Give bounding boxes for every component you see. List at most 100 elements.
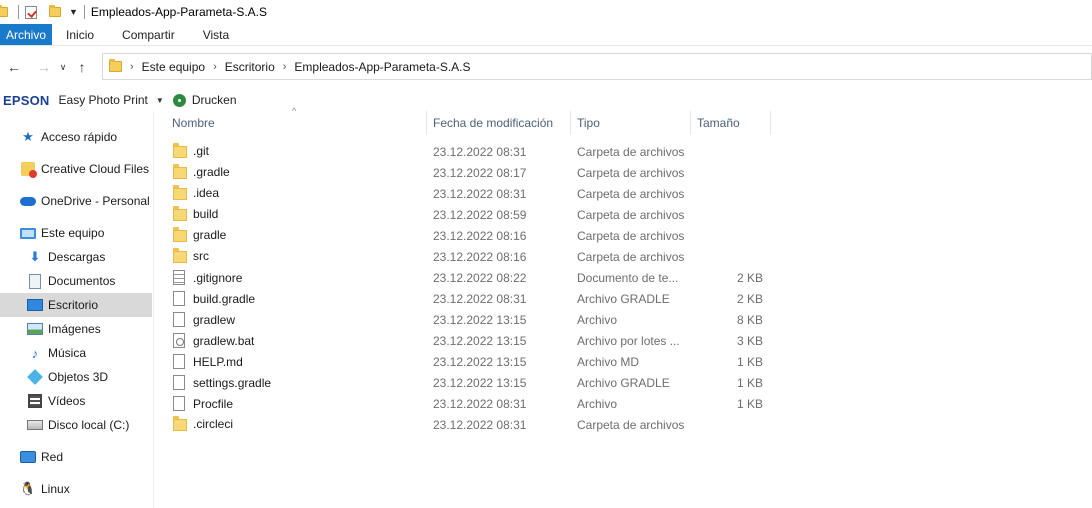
column-header-fecha[interactable]: Fecha de modificación	[433, 111, 553, 135]
file-name-cell[interactable]: .git	[173, 143, 210, 158]
file-name: build	[193, 207, 219, 221]
sidebar-item-imagenes[interactable]: Imágenes	[0, 317, 152, 341]
sidebar-item-videos[interactable]: Vídeos	[0, 389, 152, 413]
table-row[interactable]: Procfile 23.12.2022 08:31 Archivo 1 KB	[155, 393, 1092, 414]
sidebar-item-red[interactable]: Red	[0, 445, 152, 469]
file-size: 2 KB	[736, 271, 763, 285]
file-name-cell[interactable]: .gitignore	[173, 270, 242, 285]
sidebar-item-musica[interactable]: ♪ Música	[0, 341, 152, 365]
breadcrumb-este-equipo[interactable]: Este equipo	[142, 60, 205, 74]
sidebar-item-descargas[interactable]: ⬇ Descargas	[0, 245, 152, 269]
file-size: 1 KB	[736, 376, 763, 390]
table-row[interactable]: build.gradle 23.12.2022 08:31 Archivo GRAD…	[155, 288, 1092, 309]
back-arrow-icon[interactable]: ←	[4, 59, 24, 75]
file-name: .git	[193, 144, 210, 158]
column-header-nombre[interactable]: Nombre	[172, 111, 215, 135]
forward-arrow-icon[interactable]: →	[34, 59, 54, 75]
table-row[interactable]: gradlew 23.12.2022 13:15 Archivo 8 KB	[155, 309, 1092, 330]
table-row[interactable]: src 23.12.2022 08:16 Carpeta de archivos	[155, 246, 1092, 267]
file-date: 23.12.2022 13:15	[433, 355, 527, 369]
file-date: 23.12.2022 13:15	[433, 334, 527, 348]
column-divider[interactable]	[770, 111, 771, 135]
table-row[interactable]: gradlew.bat 23.12.2022 13:15 Archivo por l…	[155, 330, 1092, 351]
file-name-cell[interactable]: Procfile	[173, 396, 233, 411]
file-type: Carpeta de archivos	[577, 250, 685, 264]
file-name-cell[interactable]: src	[173, 248, 209, 263]
breadcrumb-escritorio[interactable]: Escritorio	[225, 60, 275, 74]
file-name-cell[interactable]: gradlew.bat	[173, 333, 254, 348]
file-name-cell[interactable]: gradle	[173, 227, 227, 242]
recent-locations-chevron-icon[interactable]: ∨	[56, 62, 70, 73]
sidebar-item-label: OneDrive - Personal	[41, 194, 150, 208]
chevron-right-icon[interactable]: ›	[283, 61, 287, 73]
file-icon	[173, 375, 185, 390]
file-name: .gradle	[193, 165, 230, 179]
file-name-cell[interactable]: settings.gradle	[173, 375, 271, 390]
file-name: HELP.md	[193, 354, 243, 369]
file-type: Carpeta de archivos	[577, 418, 685, 432]
file-date: 23.12.2022 08:31	[433, 397, 527, 411]
table-row[interactable]: HELP.md 23.12.2022 13:15 Archivo MD 1 KB	[155, 351, 1092, 372]
epson-logo: EPSON	[3, 92, 50, 108]
file-name-cell[interactable]: .idea	[173, 185, 219, 200]
sidebar-item-onedrive[interactable]: OneDrive - Personal	[0, 189, 152, 213]
file-type: Carpeta de archivos	[577, 166, 685, 180]
column-header-tipo[interactable]: Tipo	[577, 111, 600, 135]
column-header-tamano[interactable]: Tamaño	[697, 111, 740, 135]
file-name-cell[interactable]: .gradle	[173, 164, 230, 179]
table-row[interactable]: .gradle 23.12.2022 08:17 Carpeta de archiv…	[155, 162, 1092, 183]
table-row[interactable]: build 23.12.2022 08:59 Carpeta de archivos	[155, 204, 1092, 225]
drucken-button[interactable]: Drucken	[192, 93, 237, 107]
easy-photo-print-button[interactable]: Easy Photo Print	[59, 93, 148, 107]
table-row[interactable]: gradle 23.12.2022 08:16 Carpeta de archivo…	[155, 225, 1092, 246]
table-row[interactable]: .git 23.12.2022 08:31 Carpeta de archivos	[155, 141, 1092, 162]
address-bar[interactable]: › Este equipo › Escritorio › Empleados-A…	[102, 53, 1092, 80]
file-date: 23.12.2022 08:17	[433, 166, 527, 180]
sidebar-item-creative-cloud[interactable]: Creative Cloud Files	[0, 157, 152, 181]
properties-checkmark-icon[interactable]	[25, 5, 37, 19]
tab-inicio[interactable]: Inicio	[52, 24, 108, 45]
sidebar-item-objetos-3d[interactable]: Objetos 3D	[0, 365, 152, 389]
sidebar-item-este-equipo[interactable]: Este equipo	[0, 221, 152, 245]
star-icon: ★	[22, 129, 34, 144]
tab-compartir[interactable]: Compartir	[108, 24, 189, 45]
tab-archivo[interactable]: Archivo	[0, 24, 53, 45]
file-date: 23.12.2022 08:16	[433, 229, 527, 243]
file-date: 23.12.2022 13:15	[433, 313, 527, 327]
file-name: build.gradle	[193, 291, 256, 306]
table-row[interactable]: .circleci 23.12.2022 08:31 Carpeta de arch…	[155, 414, 1092, 435]
breadcrumb-current-folder[interactable]: Empleados-App-Parameta-S.A.S	[294, 60, 470, 74]
sidebar-item-acceso-rapido[interactable]: ★ Acceso rápido	[0, 125, 152, 149]
column-divider[interactable]	[426, 111, 427, 135]
print-icon[interactable]	[172, 93, 186, 107]
sidebar-item-disco-local[interactable]: Disco local (C:)	[0, 413, 152, 437]
tab-vista[interactable]: Vista	[189, 24, 243, 45]
new-folder-icon[interactable]	[49, 5, 61, 17]
sidebar-item-label: Imágenes	[48, 322, 101, 336]
up-arrow-icon[interactable]: ↑	[72, 59, 92, 75]
sidebar-item-escritorio[interactable]: Escritorio	[0, 293, 152, 317]
sidebar-item-label: Linux	[41, 482, 70, 496]
column-divider[interactable]	[570, 111, 571, 135]
chevron-right-icon[interactable]: ›	[130, 61, 134, 73]
folder-icon	[109, 59, 122, 72]
file-name: gradle	[193, 228, 227, 242]
chevron-right-icon[interactable]: ›	[213, 61, 217, 73]
sidebar-item-documentos[interactable]: Documentos	[0, 269, 152, 293]
file-date: 23.12.2022 08:16	[433, 250, 527, 264]
table-row[interactable]: .gitignore 23.12.2022 08:22 Documento de t…	[155, 267, 1092, 288]
file-name-cell[interactable]: HELP.md	[173, 354, 243, 369]
file-name-cell[interactable]: build	[173, 206, 219, 221]
sidebar-item-linux[interactable]: 🐧 Linux	[0, 477, 152, 501]
file-name-cell[interactable]: gradlew	[173, 312, 235, 327]
chevron-down-icon[interactable]: ▼	[156, 96, 164, 105]
table-row[interactable]: .idea 23.12.2022 08:31 Carpeta de archivos	[155, 183, 1092, 204]
file-name-cell[interactable]: .circleci	[173, 416, 233, 431]
quick-access-dropdown-icon[interactable]: ▼	[69, 7, 78, 17]
column-divider[interactable]	[690, 111, 691, 135]
sidebar-item-label: Música	[48, 346, 87, 360]
file-type: Archivo por lotes ...	[577, 334, 680, 348]
file-type: Carpeta de archivos	[577, 208, 685, 222]
table-row[interactable]: settings.gradle 23.12.2022 13:15 Archivo G…	[155, 372, 1092, 393]
file-name-cell[interactable]: build.gradle	[173, 291, 255, 306]
